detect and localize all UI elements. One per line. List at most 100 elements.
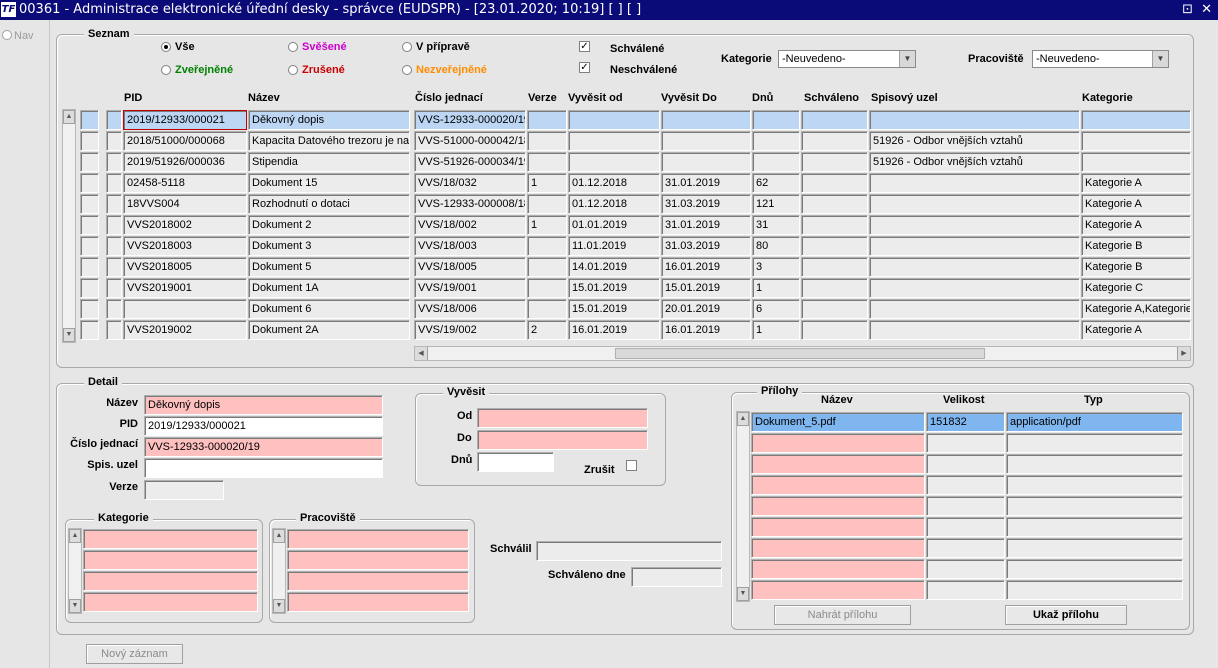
attachment-cell-typ[interactable]: [1006, 496, 1183, 516]
filter-schvalene-checkbox[interactable]: ✓: [579, 41, 590, 52]
table-cell-schvaleno[interactable]: [801, 278, 868, 298]
detail-nazev-field[interactable]: Děkovný dopis: [144, 395, 383, 415]
table-cell-verze[interactable]: [527, 152, 567, 172]
table-cell-kategorie[interactable]: [1081, 152, 1191, 172]
table-cell-schvaleno[interactable]: [801, 299, 868, 319]
table-cell-schvaleno[interactable]: [801, 257, 868, 277]
table-cell-uzel[interactable]: [869, 320, 1080, 340]
attachment-cell-velikost[interactable]: [926, 454, 1005, 474]
chevron-down-icon[interactable]: ▼: [899, 51, 915, 67]
table-cell-cj[interactable]: VVS/18/005: [414, 257, 526, 277]
table-cell-verze[interactable]: [527, 299, 567, 319]
table-cell-nazev[interactable]: Kapacita Datového trezoru je naplněna: [248, 131, 410, 151]
scroll-down-icon[interactable]: ▼: [273, 599, 285, 613]
scroll-down-icon[interactable]: ▼: [63, 328, 75, 342]
table-cell-cj[interactable]: VVS/18/002: [414, 215, 526, 235]
show-attachment-button[interactable]: Ukaž přílohu: [1005, 605, 1127, 625]
schvaleno-dne-field[interactable]: [631, 567, 722, 587]
table-cell-do[interactable]: 16.01.2019: [661, 257, 751, 277]
scroll-up-icon[interactable]: ▲: [63, 110, 75, 124]
table-cell-cj[interactable]: VVS/18/003: [414, 236, 526, 256]
attachment-cell-nazev[interactable]: [751, 517, 925, 537]
table-cell-cj[interactable]: VVS/18/032: [414, 173, 526, 193]
row-marker[interactable]: [106, 236, 122, 256]
table-cell-od[interactable]: 14.01.2019: [568, 257, 660, 277]
scroll-up-icon[interactable]: ▲: [273, 529, 285, 543]
table-cell-dnu[interactable]: 1: [752, 320, 800, 340]
kategorie-scrollbar[interactable]: ▲ ▼: [68, 528, 82, 614]
detail-cj-field[interactable]: VVS-12933-000020/19: [144, 437, 383, 457]
pracoviste-scrollbar[interactable]: ▲ ▼: [272, 528, 286, 614]
row-marker[interactable]: [106, 110, 122, 130]
row-selector[interactable]: [80, 110, 99, 130]
table-cell-verze[interactable]: [527, 194, 567, 214]
attachment-cell-velikost[interactable]: [926, 559, 1005, 579]
pracoviste-row[interactable]: [287, 529, 469, 549]
row-marker[interactable]: [106, 299, 122, 319]
prilohy-col-nazev[interactable]: Název: [821, 394, 853, 406]
col-header-vyvesit-od[interactable]: Vyvěsit od: [568, 92, 623, 104]
table-cell-uzel[interactable]: 51926 - Odbor vnějších vztahů: [869, 152, 1080, 172]
table-cell-nazev[interactable]: Dokument 3: [248, 236, 410, 256]
table-cell-kategorie[interactable]: Kategorie A,Kategorie B: [1081, 299, 1191, 319]
table-cell-kategorie[interactable]: Kategorie B: [1081, 236, 1191, 256]
table-cell-pid[interactable]: 18VVS004: [123, 194, 247, 214]
table-cell-od[interactable]: [568, 152, 660, 172]
table-cell-uzel[interactable]: [869, 278, 1080, 298]
attachment-cell-velikost[interactable]: [926, 475, 1005, 495]
row-marker[interactable]: [106, 278, 122, 298]
attachment-cell-nazev[interactable]: [751, 538, 925, 558]
table-cell-uzel[interactable]: [869, 110, 1080, 130]
attachment-cell-typ[interactable]: [1006, 475, 1183, 495]
table-cell-cj[interactable]: VVS/18/006: [414, 299, 526, 319]
table-cell-od[interactable]: 16.01.2019: [568, 320, 660, 340]
col-header-cislo-jednaci[interactable]: Číslo jednací: [415, 92, 483, 104]
pracoviste-row[interactable]: [287, 550, 469, 570]
table-cell-do[interactable]: 31.01.2019: [661, 215, 751, 235]
table-cell-pid[interactable]: [123, 299, 247, 319]
table-cell-do[interactable]: [661, 110, 751, 130]
table-cell-dnu[interactable]: 6: [752, 299, 800, 319]
attachment-cell-nazev[interactable]: [751, 454, 925, 474]
attachment-cell-nazev[interactable]: [751, 475, 925, 495]
table-cell-verze[interactable]: 1: [527, 173, 567, 193]
table-cell-dnu[interactable]: 31: [752, 215, 800, 235]
table-cell-cj[interactable]: VVS-12933-000020/19: [414, 110, 526, 130]
table-cell-pid[interactable]: VVS2018002: [123, 215, 247, 235]
table-cell-do[interactable]: 20.01.2019: [661, 299, 751, 319]
table-cell-do[interactable]: 31.01.2019: [661, 173, 751, 193]
row-marker[interactable]: [106, 152, 122, 172]
filter-nezverejnene-radio[interactable]: [402, 65, 412, 75]
table-cell-schvaleno[interactable]: [801, 236, 868, 256]
table-cell-uzel[interactable]: 51926 - Odbor vnějších vztahů: [869, 131, 1080, 151]
table-cell-dnu[interactable]: 80: [752, 236, 800, 256]
table-cell-od[interactable]: 11.01.2019: [568, 236, 660, 256]
table-cell-uzel[interactable]: [869, 257, 1080, 277]
table-cell-verze[interactable]: [527, 236, 567, 256]
kategorie-row[interactable]: [83, 571, 258, 591]
prilohy-col-velikost[interactable]: Velikost: [943, 394, 985, 406]
vyvesit-od-field[interactable]: [477, 408, 648, 428]
vyvesit-dnu-field[interactable]: [477, 452, 554, 472]
attachment-cell-typ[interactable]: application/pdf: [1006, 412, 1183, 432]
table-cell-schvaleno[interactable]: [801, 194, 868, 214]
table-cell-kategorie[interactable]: Kategorie A: [1081, 173, 1191, 193]
table-cell-uzel[interactable]: [869, 299, 1080, 319]
upload-attachment-button[interactable]: Nahrát přílohu: [774, 605, 911, 625]
attachment-cell-nazev[interactable]: [751, 559, 925, 579]
table-cell-kategorie[interactable]: Kategorie A: [1081, 320, 1191, 340]
table-cell-do[interactable]: [661, 152, 751, 172]
row-selector[interactable]: [80, 257, 99, 277]
kategorie-row[interactable]: [83, 592, 258, 612]
kategorie-row[interactable]: [83, 550, 258, 570]
table-cell-schvaleno[interactable]: [801, 152, 868, 172]
detail-uzel-field[interactable]: [144, 458, 383, 478]
attachment-cell-typ[interactable]: [1006, 433, 1183, 453]
table-cell-nazev[interactable]: Dokument 2A: [248, 320, 410, 340]
attachment-cell-nazev[interactable]: [751, 433, 925, 453]
table-cell-pid[interactable]: VVS2019002: [123, 320, 247, 340]
scroll-up-icon[interactable]: ▲: [69, 529, 81, 543]
seznam-vertical-scrollbar[interactable]: ▲ ▼: [62, 109, 76, 343]
scroll-left-icon[interactable]: ◀: [415, 347, 428, 360]
table-cell-pid[interactable]: VVS2018003: [123, 236, 247, 256]
